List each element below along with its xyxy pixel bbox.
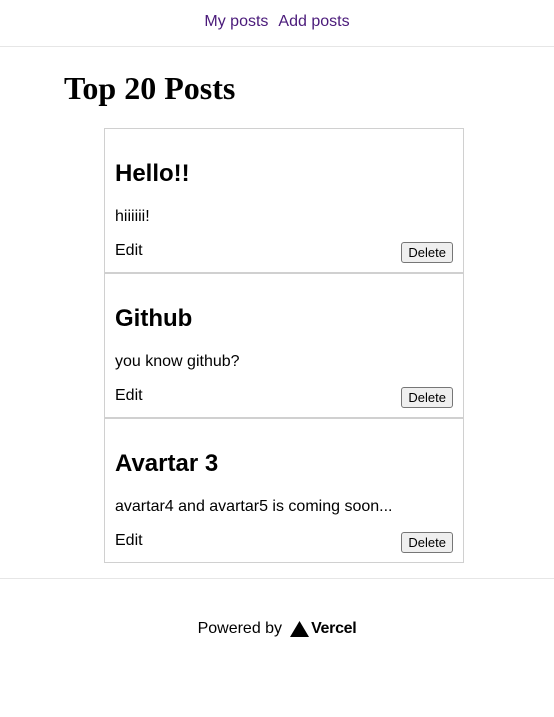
nav-link-add-posts[interactable]: Add posts <box>278 13 349 31</box>
delete-button[interactable]: Delete <box>401 387 453 408</box>
delete-button[interactable]: Delete <box>401 242 453 263</box>
post-title: Avartar 3 <box>115 450 219 477</box>
footer: Powered by Vercel <box>0 578 554 681</box>
powered-by-text: Powered by <box>197 620 283 637</box>
post-title: Github <box>115 305 193 332</box>
edit-link[interactable]: Edit <box>115 241 143 261</box>
vercel-wordmark: Vercel <box>311 620 357 637</box>
post-body: avartar4 and avartar5 is coming soon... <box>115 498 393 515</box>
powered-by-vercel-link[interactable]: Powered by Vercel <box>198 620 357 638</box>
post-title: Hello!! <box>115 160 190 187</box>
page-title: Top 20 Posts <box>64 70 236 106</box>
post-list: Hello!! hiiiiii! Edit Delete Github you … <box>104 128 464 563</box>
edit-link[interactable]: Edit <box>115 531 143 551</box>
vercel-triangle-icon <box>290 621 310 637</box>
edit-link[interactable]: Edit <box>115 386 143 406</box>
post-actions: Edit Delete <box>115 241 453 263</box>
post-body: hiiiiii! <box>115 208 150 225</box>
post-actions: Edit Delete <box>115 531 453 553</box>
delete-button[interactable]: Delete <box>401 532 453 553</box>
post-actions: Edit Delete <box>115 386 453 408</box>
post-card: Hello!! hiiiiii! Edit Delete <box>104 128 464 273</box>
post-body: you know github? <box>115 353 240 370</box>
post-card: Github you know github? Edit Delete <box>104 273 464 418</box>
vercel-logo: Vercel <box>290 620 357 638</box>
nav-link-my-posts[interactable]: My posts <box>204 13 268 31</box>
post-card: Avartar 3 avartar4 and avartar5 is comin… <box>104 418 464 563</box>
top-nav: My posts Add posts <box>0 0 554 47</box>
